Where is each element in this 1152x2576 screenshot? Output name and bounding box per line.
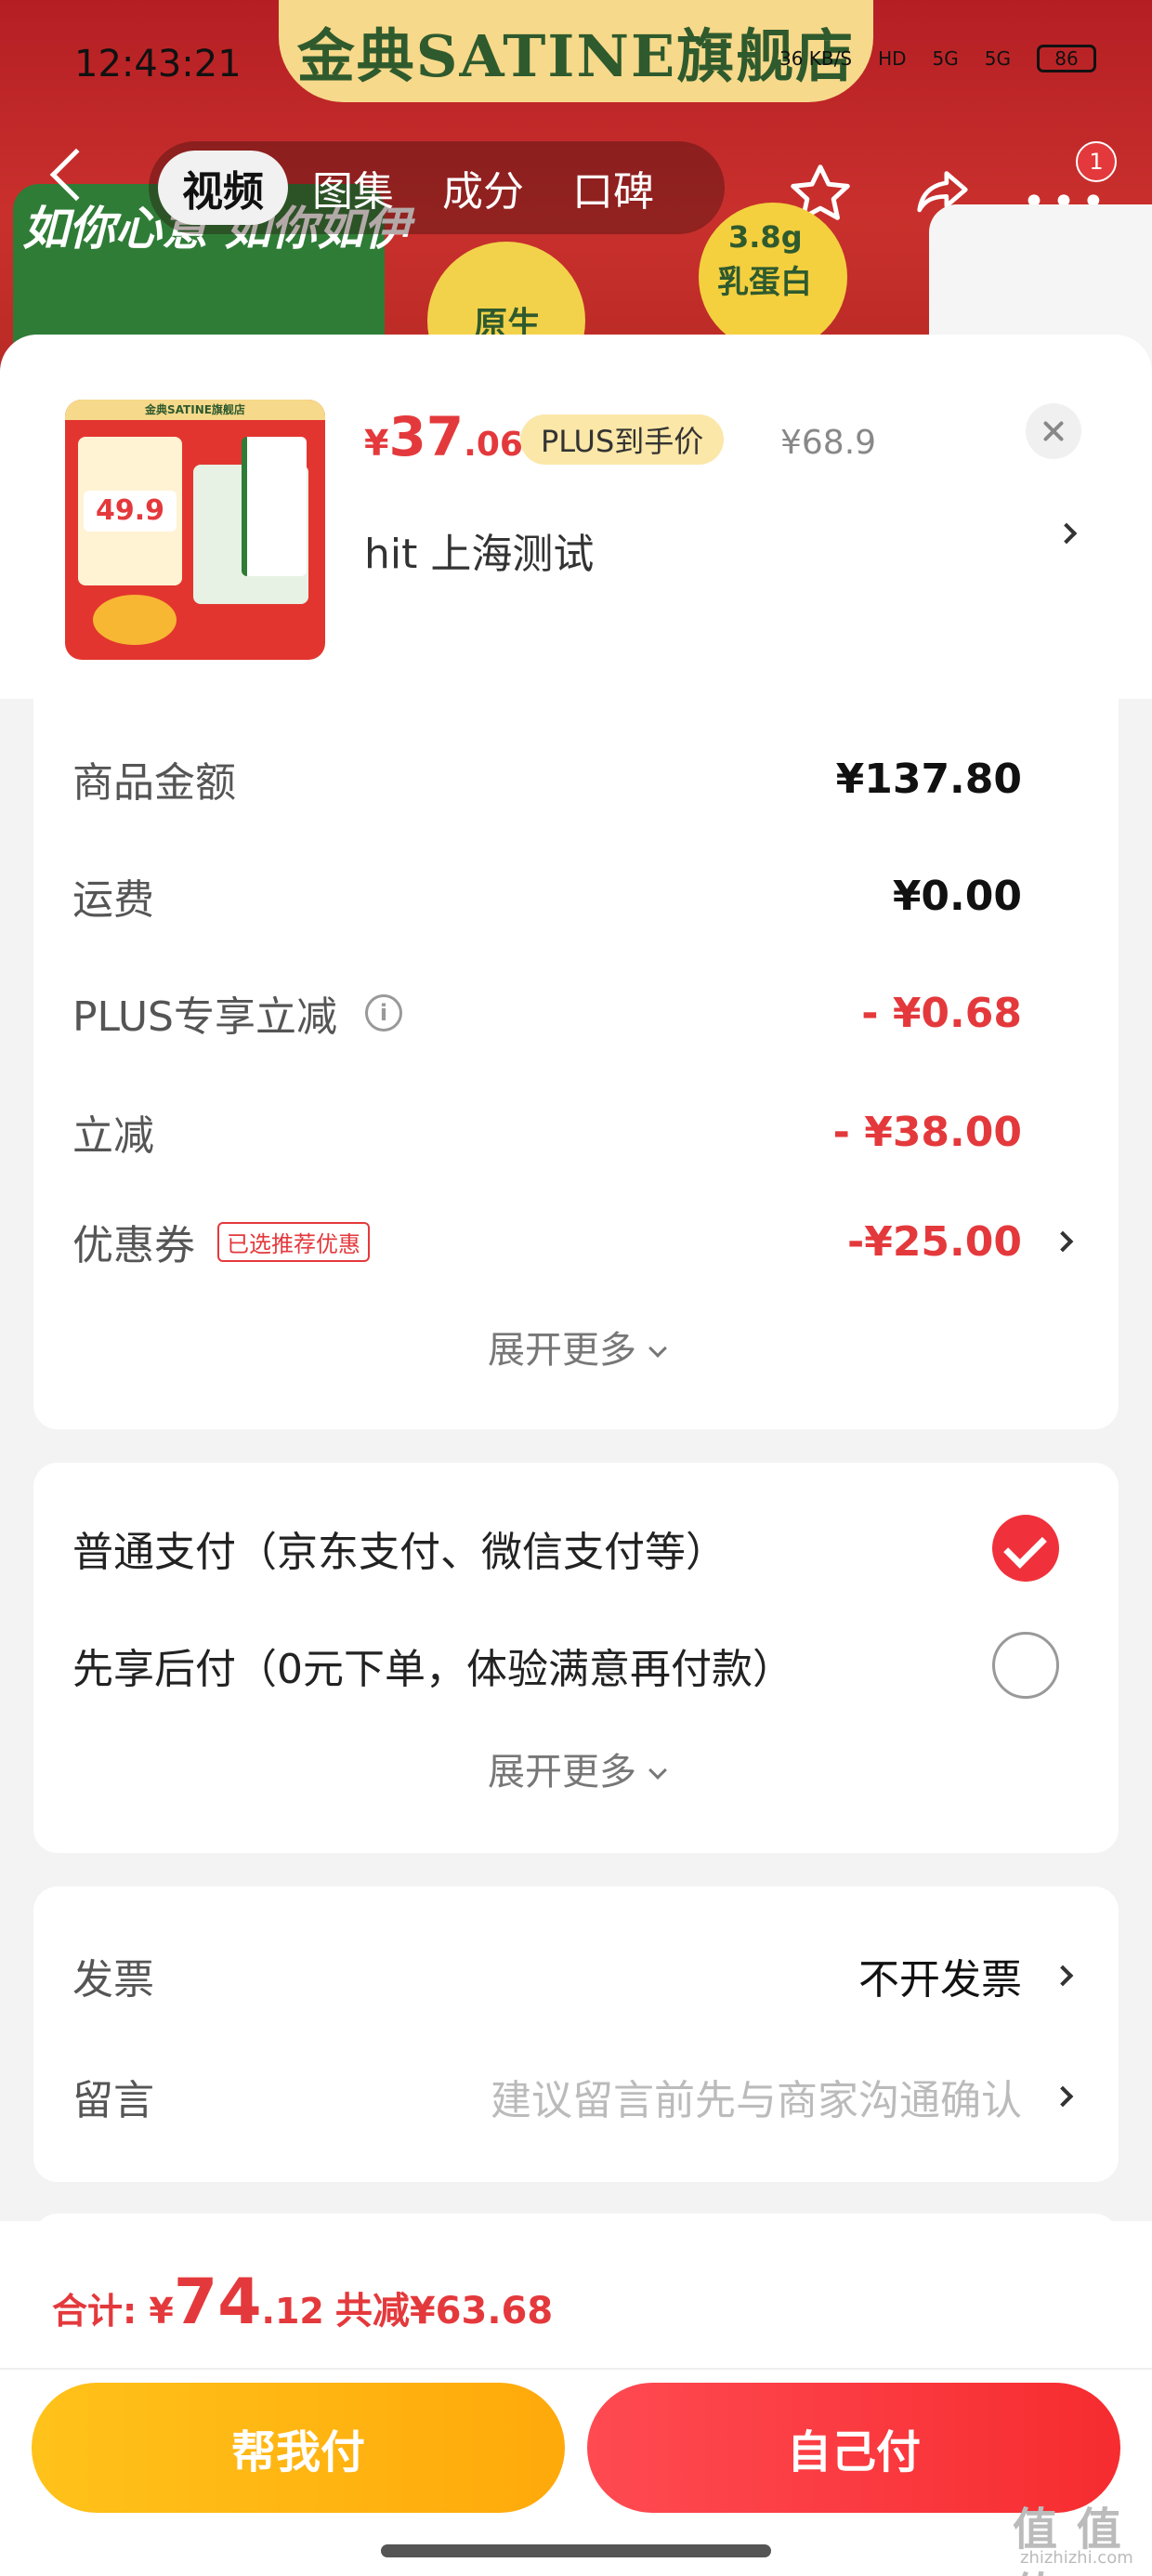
coupon-tag: 已选推荐优惠 bbox=[217, 1221, 370, 1262]
product-thumbnail[interactable]: 金典SATINE旗舰店 49.9 bbox=[65, 400, 325, 660]
payment-option-label: 先享后付（0元下单，体验满意再付款） bbox=[72, 1646, 793, 1693]
summary-value: - ¥0.68 bbox=[861, 989, 1022, 1037]
price-summary-card: 商品金额 ¥137.80 运费 ¥0.00 PLUS专享立减 i - ¥0.68… bbox=[33, 699, 1119, 1429]
pay-for-me-button[interactable]: 帮我付 bbox=[32, 2383, 565, 2513]
total-decimal: .12 bbox=[261, 2291, 324, 2332]
tab-reviews[interactable]: 口碑 bbox=[548, 151, 678, 225]
price-decimal: .06 bbox=[464, 426, 523, 464]
price-integer: 37 bbox=[388, 405, 465, 468]
status-time: 12:43:21 bbox=[74, 43, 242, 85]
hd-indicator: HD bbox=[878, 47, 907, 70]
summary-row-shipping: 运费 ¥0.00 bbox=[72, 859, 1080, 933]
payment-option-label: 普通支付（京东支付、微信支付等） bbox=[72, 1529, 727, 1576]
total-savings: 共减¥63.68 bbox=[334, 2290, 554, 2333]
expand-more-button[interactable]: 展开更多 bbox=[33, 1320, 1119, 1373]
summary-value: ¥137.80 bbox=[835, 755, 1022, 803]
expand-label: 展开更多 bbox=[488, 1751, 636, 1794]
chevron-down-icon bbox=[648, 1761, 667, 1780]
plus-price-badge: PLUS到手价 bbox=[520, 414, 725, 465]
thumb-banner: 金典SATINE旗舰店 bbox=[65, 400, 325, 420]
payment-option-normal[interactable]: 普通支付（京东支付、微信支付等） bbox=[72, 1511, 1080, 1585]
store-banner-text: 金典SATINE旗舰店 bbox=[296, 22, 856, 90]
summary-row-instant-discount: 立减 - ¥38.00 bbox=[72, 1095, 1080, 1169]
summary-value: - ¥38.00 bbox=[832, 1108, 1022, 1156]
invoice-row[interactable]: 发票 不开发票 bbox=[72, 1939, 1080, 2013]
thumb-carton bbox=[242, 437, 307, 576]
invoice-value: 不开发票 bbox=[858, 1956, 1022, 2004]
total-integer: 74 bbox=[173, 2266, 262, 2339]
payment-method-card: 普通支付（京东支付、微信支付等） 先享后付（0元下单，体验满意再付款） 展开更多 bbox=[33, 1463, 1119, 1853]
product-header: 金典SATINE旗舰店 49.9 ¥ 37 .06 PLUS到手价 ¥68.9 … bbox=[0, 335, 1152, 699]
summary-label: 商品金额 bbox=[72, 759, 236, 807]
thumb-price: 49.9 bbox=[84, 491, 177, 532]
signal-icon-2: 5G bbox=[984, 47, 1011, 70]
protein-badge-amount: 3.8g bbox=[728, 219, 803, 255]
tab-ingredients[interactable]: 成分 bbox=[418, 151, 548, 225]
product-page-background: 金典SATINE旗舰店 12:43:21 36 KB/S HD 5G 5G 86… bbox=[0, 0, 1152, 390]
message-label: 留言 bbox=[72, 2077, 154, 2124]
summary-label: 优惠券 bbox=[72, 1222, 195, 1269]
net-speed: 36 KB/S bbox=[779, 47, 853, 70]
price-currency: ¥ bbox=[364, 423, 389, 464]
product-spec[interactable]: hit 上海测试 bbox=[364, 520, 594, 580]
summary-value: -¥25.00 bbox=[846, 1217, 1022, 1266]
chevron-right-icon[interactable] bbox=[1052, 1230, 1074, 1253]
payment-option-pay-later[interactable]: 先享后付（0元下单，体验满意再付款） bbox=[72, 1628, 1080, 1702]
close-icon[interactable] bbox=[1026, 403, 1081, 459]
status-icons: 36 KB/S HD 5G 5G 86 bbox=[779, 45, 1096, 72]
summary-row-coupon[interactable]: 优惠券 已选推荐优惠 -¥25.00 bbox=[72, 1204, 1080, 1279]
checkout-footer: 合计: ¥ 74 .12 共减¥63.68 帮我付 自己付 值 值 值 zhiz… bbox=[0, 2221, 1152, 2576]
watermark-url: zhizhizhi.com bbox=[1020, 2548, 1133, 2568]
product-price: ¥ 37 .06 bbox=[364, 405, 523, 468]
tab-video[interactable]: 视频 bbox=[158, 151, 288, 225]
battery-icon: 86 bbox=[1037, 45, 1096, 72]
info-icon[interactable]: i bbox=[365, 994, 402, 1032]
thumb-gift bbox=[93, 595, 177, 645]
chevron-right-icon[interactable] bbox=[1055, 522, 1078, 545]
summary-row-plus-discount: PLUS专享立减 i - ¥0.68 bbox=[72, 976, 1080, 1050]
summary-label: 运费 bbox=[72, 876, 154, 924]
media-tabs: 视频 图集 成分 口碑 bbox=[149, 141, 725, 234]
signal-icon: 5G bbox=[932, 47, 959, 70]
total-label: 合计: ¥ bbox=[52, 2291, 174, 2332]
chevron-right-icon[interactable] bbox=[1052, 1965, 1074, 1987]
message-row[interactable]: 留言 建议留言前先与商家沟通确认 bbox=[72, 2059, 1080, 2134]
message-input[interactable]: 建议留言前先与商家沟通确认 bbox=[491, 2067, 1022, 2126]
cart-badge: 1 bbox=[1076, 141, 1117, 182]
summary-label: 立减 bbox=[72, 1112, 154, 1160]
radio-unchecked[interactable] bbox=[992, 1632, 1059, 1699]
summary-row-goods: 商品金额 ¥137.80 bbox=[72, 742, 1080, 816]
protein-badge-label: 乳蛋白 bbox=[717, 264, 812, 301]
expand-more-button[interactable]: 展开更多 bbox=[33, 1741, 1119, 1795]
home-indicator[interactable] bbox=[381, 2544, 771, 2557]
protein-badge: 3.8g 乳蛋白 bbox=[699, 203, 847, 351]
summary-label: PLUS专享立减 bbox=[72, 993, 337, 1041]
original-price: ¥68.9 bbox=[780, 424, 877, 462]
divider bbox=[0, 2368, 1152, 2370]
expand-label: 展开更多 bbox=[488, 1329, 636, 1372]
invoice-label: 发票 bbox=[72, 1956, 154, 2004]
chevron-down-icon bbox=[648, 1339, 667, 1358]
summary-value: ¥0.00 bbox=[892, 872, 1022, 920]
tab-gallery[interactable]: 图集 bbox=[288, 151, 418, 225]
invoice-message-card: 发票 不开发票 留言 建议留言前先与商家沟通确认 bbox=[33, 1886, 1119, 2182]
chevron-right-icon[interactable] bbox=[1052, 2085, 1074, 2108]
radio-checked[interactable] bbox=[992, 1515, 1059, 1582]
total-amount: 合计: ¥ 74 .12 共减¥63.68 bbox=[52, 2266, 553, 2339]
